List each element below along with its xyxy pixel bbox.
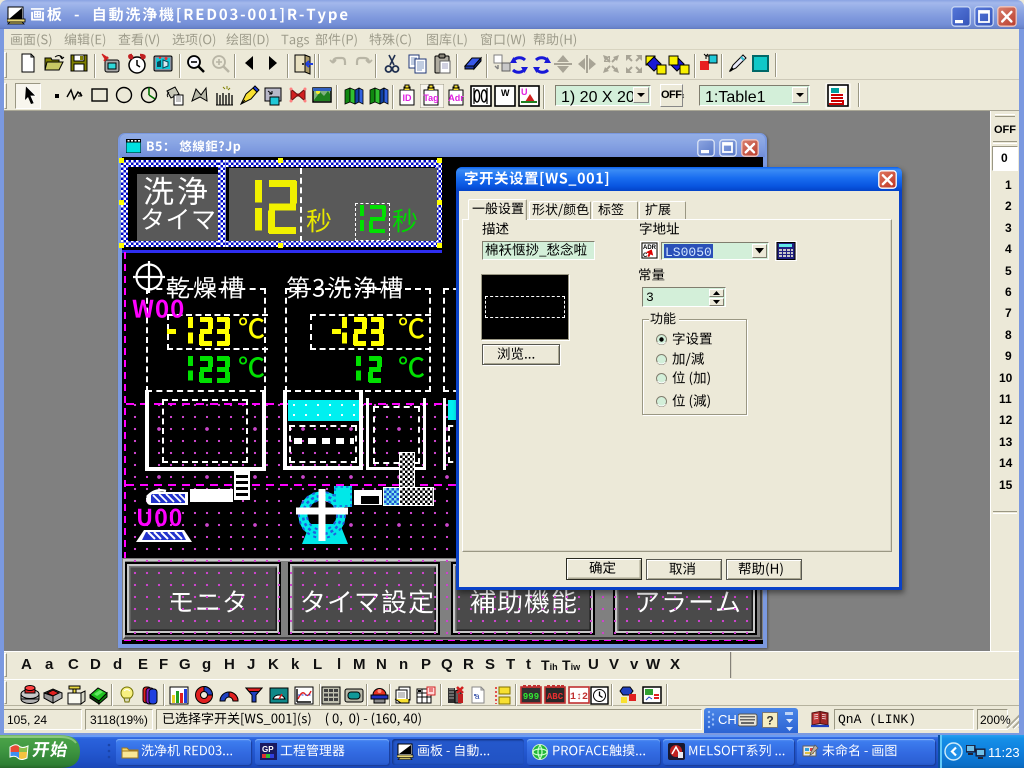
svg-text:ADR: ADR: [643, 245, 657, 251]
svg-text:a: a: [475, 692, 480, 701]
svg-text:C: C: [643, 253, 648, 259]
svg-text:999: 999: [523, 692, 539, 702]
svg-text:GP: GP: [262, 745, 274, 754]
svg-text:?: ?: [766, 714, 773, 728]
svg-text:ABC: ABC: [547, 692, 564, 702]
svg-text:1↕2: 1↕2: [570, 692, 588, 703]
